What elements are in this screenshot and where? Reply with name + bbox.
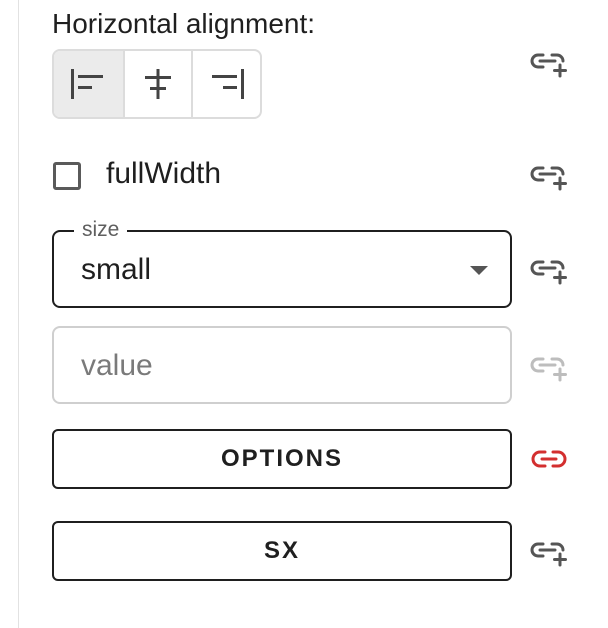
options-button[interactable]: OPTIONS [52, 429, 512, 489]
dropdown-arrow-icon [470, 266, 488, 275]
align-center-icon [144, 69, 171, 99]
sx-button[interactable]: SX [52, 521, 512, 581]
align-right-button[interactable] [191, 51, 260, 117]
link-icon[interactable] [530, 444, 568, 474]
value-input-placeholder: value [81, 349, 153, 382]
align-left-icon [71, 69, 104, 99]
fullwidth-label: fullWidth [106, 157, 222, 190]
link-add-icon[interactable] [530, 48, 568, 78]
horizontal-alignment-label: Horizontal alignment: [52, 8, 316, 39]
link-add-icon [530, 352, 568, 382]
panel-divider [18, 0, 19, 628]
link-add-icon[interactable] [530, 537, 568, 567]
value-input[interactable]: value [52, 326, 512, 404]
fullwidth-checkbox[interactable] [53, 162, 81, 190]
size-select-legend: size [74, 218, 128, 242]
horizontal-alignment-toggle-group [52, 49, 262, 119]
align-center-button[interactable] [122, 51, 192, 117]
align-left-button[interactable] [54, 51, 123, 117]
size-select[interactable]: size small [52, 218, 512, 308]
align-right-icon [211, 69, 244, 99]
link-add-icon[interactable] [530, 161, 568, 191]
size-select-value: small [81, 253, 152, 286]
link-add-icon[interactable] [530, 255, 568, 285]
